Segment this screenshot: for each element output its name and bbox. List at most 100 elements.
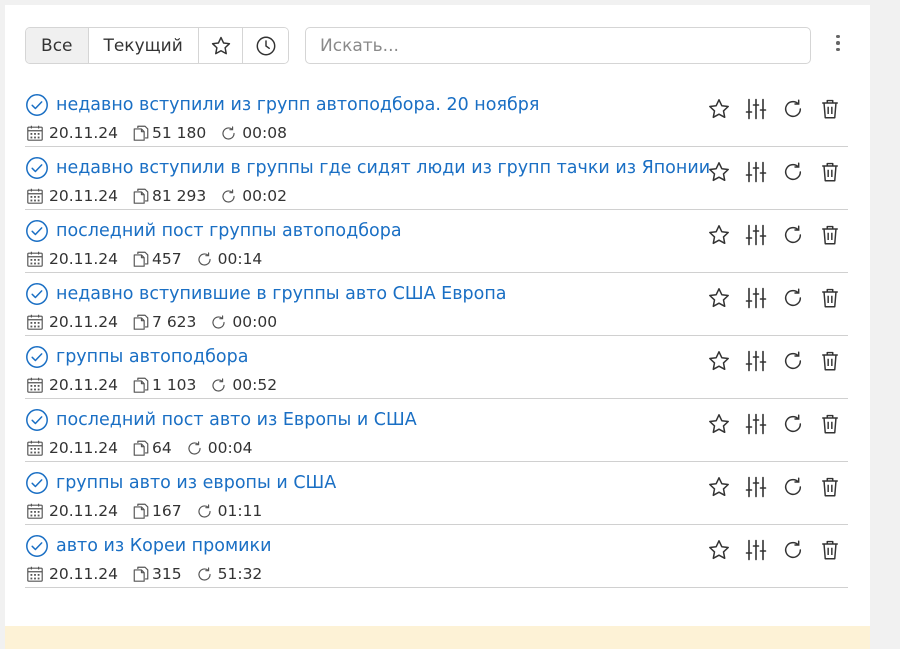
item-meta: 20.11.24 51 180 00:08 [26, 124, 301, 142]
settings-button[interactable] [737, 411, 774, 437]
pages-icon [132, 250, 150, 268]
item-count: 167 [132, 502, 182, 520]
refresh-small-icon [196, 566, 213, 583]
item-title[interactable]: недавно вступившие в группы авто США Евр… [56, 284, 507, 304]
title-line: последний пост группы автоподбора [25, 219, 402, 243]
settings-button[interactable] [737, 348, 774, 374]
tab-favorites[interactable] [198, 28, 244, 63]
item-title[interactable]: группы автоподбора [56, 347, 248, 367]
favorite-button[interactable] [700, 348, 737, 374]
sliders-icon [744, 412, 768, 436]
star-icon [707, 97, 731, 121]
settings-button[interactable] [737, 474, 774, 500]
item-meta: 20.11.24 167 01:11 [26, 502, 276, 520]
favorite-button[interactable] [700, 159, 737, 185]
settings-button[interactable] [737, 96, 774, 122]
item-date: 20.11.24 [26, 565, 118, 583]
item-title[interactable]: недавно вступили в группы где сидят люди… [56, 158, 710, 178]
item-count: 51 180 [132, 124, 206, 142]
trash-icon [819, 476, 841, 498]
item-meta: 20.11.24 457 00:14 [26, 250, 276, 268]
star-icon [707, 538, 731, 562]
settings-button[interactable] [737, 537, 774, 563]
settings-button[interactable] [737, 159, 774, 185]
delete-button[interactable] [811, 348, 848, 374]
favorite-button[interactable] [700, 96, 737, 122]
title-line: недавно вступившие в группы авто США Евр… [25, 282, 507, 306]
trash-icon [819, 287, 841, 309]
tab-history[interactable] [243, 28, 288, 63]
item-date: 20.11.24 [26, 124, 118, 142]
rerun-button[interactable] [774, 537, 811, 563]
rerun-button[interactable] [774, 222, 811, 248]
favorite-button[interactable] [700, 537, 737, 563]
item-title[interactable]: недавно вступили из групп автоподбора. 2… [56, 95, 539, 115]
trash-icon [819, 161, 841, 183]
item-duration: 00:52 [210, 376, 277, 394]
duration-value: 00:04 [207, 439, 253, 457]
list-item: авто из Кореи промики 20.11.24 315 51:32 [25, 525, 848, 588]
count-value: 51 180 [152, 124, 207, 142]
refresh-small-icon [210, 377, 227, 394]
item-title[interactable]: последний пост группы автоподбора [56, 221, 402, 241]
settings-button[interactable] [737, 222, 774, 248]
item-actions [700, 222, 848, 248]
delete-button[interactable] [811, 285, 848, 311]
item-duration: 00:08 [220, 124, 287, 142]
delete-button[interactable] [811, 474, 848, 500]
item-date: 20.11.24 [26, 502, 118, 520]
item-count: 1 103 [132, 376, 196, 394]
item-title[interactable]: авто из Кореи промики [56, 536, 271, 556]
delete-button[interactable] [811, 537, 848, 563]
footer-strip [5, 626, 870, 649]
calendar-icon [26, 439, 44, 457]
item-date: 20.11.24 [26, 250, 118, 268]
item-duration: 00:00 [210, 313, 277, 331]
refresh-icon [782, 161, 804, 183]
item-actions [700, 474, 848, 500]
date-value: 20.11.24 [49, 439, 119, 457]
favorite-button[interactable] [700, 411, 737, 437]
rerun-button[interactable] [774, 411, 811, 437]
delete-button[interactable] [811, 159, 848, 185]
item-title[interactable]: группы авто из европы и США [56, 473, 336, 493]
calendar-icon [26, 376, 44, 394]
filter-tabs: Все Текущий [25, 27, 289, 64]
item-count: 315 [132, 565, 182, 583]
task-list: недавно вступили из групп автоподбора. 2… [25, 84, 848, 588]
item-title[interactable]: последний пост авто из Европы и США [56, 410, 417, 430]
refresh-icon [782, 287, 804, 309]
rerun-button[interactable] [774, 285, 811, 311]
sliders-icon [744, 160, 768, 184]
sliders-icon [744, 97, 768, 121]
tab-current[interactable]: Текущий [88, 28, 199, 63]
rerun-button[interactable] [774, 96, 811, 122]
favorite-button[interactable] [700, 222, 737, 248]
rerun-button[interactable] [774, 474, 811, 500]
item-count: 81 293 [132, 187, 206, 205]
refresh-small-icon [220, 188, 237, 205]
settings-button[interactable] [737, 285, 774, 311]
more-dot [836, 47, 840, 52]
sliders-icon [744, 223, 768, 247]
trash-icon [819, 224, 841, 246]
list-item: последний пост авто из Европы и США 20.1… [25, 399, 848, 462]
count-value: 81 293 [152, 187, 207, 205]
rerun-button[interactable] [774, 159, 811, 185]
item-duration: 51:32 [196, 565, 262, 583]
delete-button[interactable] [811, 222, 848, 248]
favorite-button[interactable] [700, 285, 737, 311]
search-input[interactable] [305, 27, 811, 64]
check-circle-icon [25, 471, 49, 495]
delete-button[interactable] [811, 411, 848, 437]
list-item: последний пост группы автоподбора 20.11.… [25, 210, 848, 273]
item-actions [700, 537, 848, 563]
favorite-button[interactable] [700, 474, 737, 500]
tab-all[interactable]: Все [26, 28, 89, 63]
rerun-button[interactable] [774, 348, 811, 374]
delete-button[interactable] [811, 96, 848, 122]
more-menu-button[interactable] [828, 32, 848, 54]
star-icon [707, 286, 731, 310]
item-duration: 00:04 [186, 439, 253, 457]
trash-icon [819, 98, 841, 120]
